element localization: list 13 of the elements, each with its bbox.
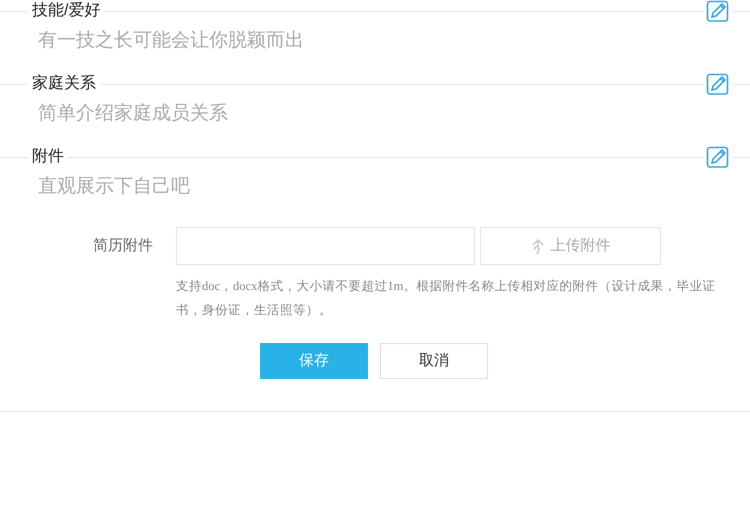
edit-icon[interactable]: [706, 145, 730, 169]
upload-note: 支持doc，docx格式，大小请不要超过1m。根据附件名称上传相对应的附件（设计成果，毕业证书，身份证，生活照等）。: [176, 278, 716, 319]
cancel-button[interactable]: 取消: [380, 343, 488, 379]
upload-button[interactable]: 上传附件: [480, 227, 661, 265]
edit-icon[interactable]: [706, 0, 730, 23]
upload-icon: [530, 237, 544, 255]
section-hint: 简单介绍家庭成员关系: [38, 102, 228, 126]
section-hint: 直观展示下自己吧: [38, 175, 190, 199]
section-hint: 有一技之长可能会让你脱颖而出: [38, 29, 304, 53]
file-name-field[interactable]: [176, 227, 475, 265]
field-label: 简历附件: [93, 236, 154, 256]
edit-icon[interactable]: [706, 72, 730, 96]
save-button[interactable]: 保存: [260, 343, 368, 379]
